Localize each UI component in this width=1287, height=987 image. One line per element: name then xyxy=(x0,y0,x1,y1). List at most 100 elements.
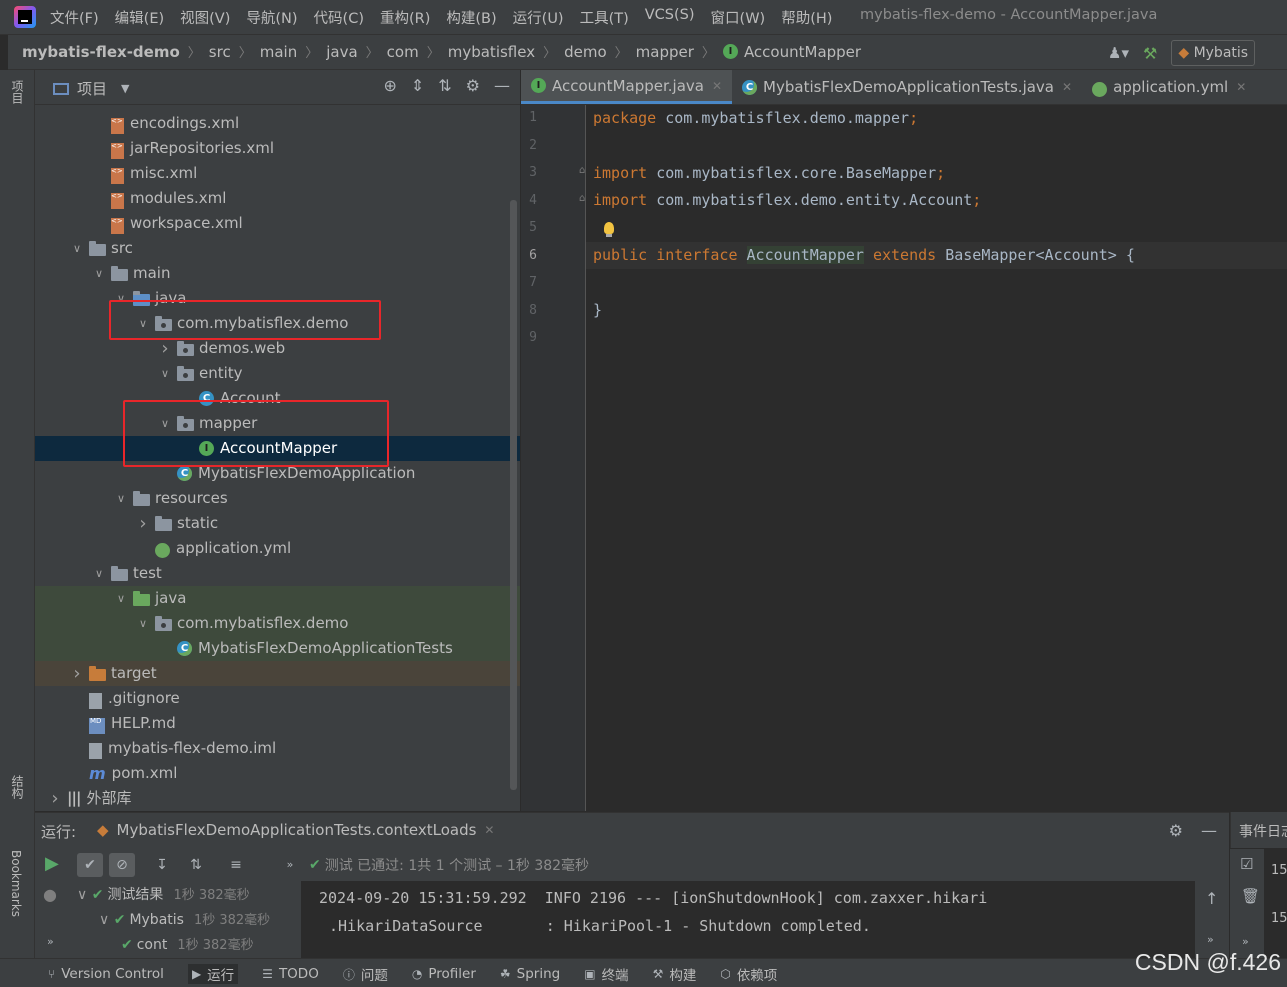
editor-tab[interactable]: C MybatisFlexDemoApplicationTests.java ✕ xyxy=(732,70,1082,104)
breadcrumb-item[interactable]: AccountMapper xyxy=(744,43,861,61)
editor-tab[interactable]: application.yml ✕ xyxy=(1082,70,1256,104)
more-icon[interactable]: » xyxy=(277,853,303,877)
chevron-right-icon[interactable]: › xyxy=(137,511,149,536)
breadcrumb-item[interactable]: mapper xyxy=(636,43,694,61)
run-tab[interactable]: ◆ MybatisFlexDemoApplicationTests.contex… xyxy=(97,821,494,839)
collapse-icon[interactable]: ≡ xyxy=(223,853,249,877)
tree-item[interactable]: ∨ com.mybatisflex.demo xyxy=(35,611,520,636)
chevron-down-icon[interactable]: ∨ xyxy=(159,361,171,386)
tree-item[interactable]: workspace.xml xyxy=(35,209,520,236)
menu-item[interactable]: 窗口(W) xyxy=(711,7,766,28)
rerun-icon[interactable]: ▶ xyxy=(45,853,59,874)
more-icon[interactable]: » xyxy=(47,935,54,948)
fold-marker-icon[interactable]: ⌂ xyxy=(579,165,585,176)
statusbar-tool-button[interactable]: ☰ TODO xyxy=(262,964,319,984)
menu-item[interactable]: 工具(T) xyxy=(580,7,629,28)
tree-item[interactable]: application.yml xyxy=(35,536,520,561)
code-editor[interactable]: package com.mybatisflex.demo.mapper; imp… xyxy=(586,105,1287,811)
close-icon[interactable]: ✕ xyxy=(1236,70,1246,104)
menu-item[interactable]: 视图(V) xyxy=(180,7,230,28)
statusbar-tool-button[interactable]: ⚒ 构建 xyxy=(653,964,697,984)
statusbar-tool-button[interactable]: ⬡ 依赖项 xyxy=(720,964,777,984)
tree-item[interactable]: C MybatisFlexDemoApplicationTests xyxy=(35,636,520,661)
user-icon[interactable]: ♟▾ xyxy=(1108,44,1129,62)
close-icon[interactable]: ✕ xyxy=(712,69,722,103)
tree-item[interactable]: HELP.md xyxy=(35,709,520,736)
statusbar-tool-button[interactable]: ☘ Spring xyxy=(500,964,560,984)
editor-tab[interactable]: I AccountMapper.java ✕ xyxy=(521,69,733,104)
chevron-down-icon[interactable]: ∨ xyxy=(93,561,105,586)
statusbar-tool-button[interactable]: ◔ Profiler xyxy=(412,964,476,984)
chevron-down-icon[interactable]: ∨ xyxy=(93,261,105,286)
tree-item[interactable]: › target xyxy=(35,661,520,686)
scroll-up-icon[interactable]: ↑ xyxy=(1205,889,1218,908)
bookmarks-tool-window-button[interactable]: Bookmarks xyxy=(9,850,27,940)
mark-read-icon[interactable]: ☑ xyxy=(1240,855,1253,873)
breadcrumb-item[interactable]: mybatis-flex-demo xyxy=(22,43,180,61)
show-ignored-icon[interactable]: ⊘ xyxy=(109,853,135,877)
tree-item[interactable]: ∨ src xyxy=(35,236,520,261)
tree-item[interactable]: ∨ java xyxy=(35,586,520,611)
sort-alpha-icon[interactable]: ↧ xyxy=(149,853,175,877)
breadcrumb-item[interactable]: java xyxy=(326,43,357,61)
debug-icon[interactable]: ● xyxy=(43,885,57,904)
menu-item[interactable]: 代码(C) xyxy=(314,7,364,28)
chevron-right-icon[interactable]: › xyxy=(49,786,61,811)
tree-item[interactable]: .gitignore xyxy=(35,686,520,711)
tree-item[interactable]: › static xyxy=(35,511,520,536)
collapse-all-icon[interactable]: ⇅ xyxy=(438,76,451,95)
tree-item[interactable]: ∨ entity xyxy=(35,361,520,386)
breadcrumb-item[interactable]: demo xyxy=(564,43,607,61)
tree-item[interactable]: mybatis-flex-demo.iml xyxy=(35,736,520,761)
tree-item[interactable]: m pom.xml xyxy=(35,761,520,786)
breadcrumb-item[interactable]: com xyxy=(387,43,419,61)
trash-icon[interactable]: 🗑 xyxy=(1241,887,1260,905)
close-icon[interactable]: ✕ xyxy=(1062,70,1072,104)
tree-item[interactable]: ∨ resources xyxy=(35,486,520,511)
tree-item[interactable]: encodings.xml xyxy=(35,109,520,136)
breadcrumb-item[interactable]: src xyxy=(209,43,231,61)
fold-marker-icon[interactable]: ⌂ xyxy=(579,193,585,204)
tree-item[interactable]: misc.xml xyxy=(35,159,520,186)
statusbar-tool-button[interactable]: ⓘ 问题 xyxy=(343,964,388,985)
menu-item[interactable]: VCS(S) xyxy=(645,7,695,28)
console-output[interactable]: 2024-09-20 15:31:59.292 INFO 2196 --- [i… xyxy=(303,881,1195,958)
build-hammer-icon[interactable]: ⚒ xyxy=(1143,44,1157,63)
run-configuration-select[interactable]: ◆ Mybatis xyxy=(1171,40,1256,66)
show-passed-icon[interactable]: ✔ xyxy=(77,853,103,877)
minimize-icon[interactable]: — xyxy=(494,76,510,95)
chevron-down-icon[interactable]: ∨ xyxy=(115,486,127,511)
menu-item[interactable]: 构建(B) xyxy=(446,7,496,28)
locate-icon[interactable]: ⊕ xyxy=(383,76,396,95)
tree-item[interactable]: ∨ test xyxy=(35,561,520,586)
chevron-down-icon[interactable]: ∨ xyxy=(77,887,92,903)
more-icon[interactable]: » xyxy=(1207,933,1214,946)
menu-item[interactable]: 帮助(H) xyxy=(781,7,832,28)
gear-icon[interactable]: ⚙ xyxy=(1169,821,1183,840)
chevron-down-icon[interactable]: ∨ xyxy=(137,611,149,636)
tree-item[interactable]: jarRepositories.xml xyxy=(35,134,520,161)
chevron-right-icon[interactable]: › xyxy=(71,661,83,686)
expand-all-icon[interactable]: ⇕ xyxy=(411,76,424,95)
structure-tool-window-button[interactable]: 结构 xyxy=(9,775,27,825)
chevron-down-icon[interactable]: ∨ xyxy=(99,912,114,928)
sort-duration-icon[interactable]: ⇅ xyxy=(183,853,209,877)
statusbar-tool-button[interactable]: ⑂ Version Control xyxy=(48,964,164,984)
breadcrumb-item[interactable]: mybatisflex xyxy=(448,43,535,61)
menu-item[interactable]: 编辑(E) xyxy=(115,7,164,28)
chevron-down-icon[interactable]: ∨ xyxy=(115,586,127,611)
test-tree-item[interactable]: ∨ ✔ 测试结果 1秒 382毫秒 xyxy=(69,883,309,908)
menu-item[interactable]: 重构(R) xyxy=(380,7,430,28)
chevron-down-icon[interactable]: ∨ xyxy=(71,236,83,261)
project-view-selector[interactable]: 项目 ▼ xyxy=(53,78,129,99)
test-tree-item[interactable]: ∨ ✔ Mybatis 1秒 382毫秒 xyxy=(69,908,331,933)
breadcrumb-item[interactable]: main xyxy=(260,43,297,61)
project-tool-window-button[interactable]: 项目 xyxy=(9,80,27,140)
tree-item[interactable]: ∨ main xyxy=(35,261,520,286)
menu-item[interactable]: 运行(U) xyxy=(513,7,564,28)
statusbar-tool-button[interactable]: ▶ 运行 xyxy=(187,964,239,984)
close-icon[interactable]: ✕ xyxy=(484,823,494,837)
more-icon[interactable]: » xyxy=(1242,935,1249,948)
menu-item[interactable]: 导航(N) xyxy=(246,7,297,28)
menu-item[interactable]: 文件(F) xyxy=(50,7,99,28)
